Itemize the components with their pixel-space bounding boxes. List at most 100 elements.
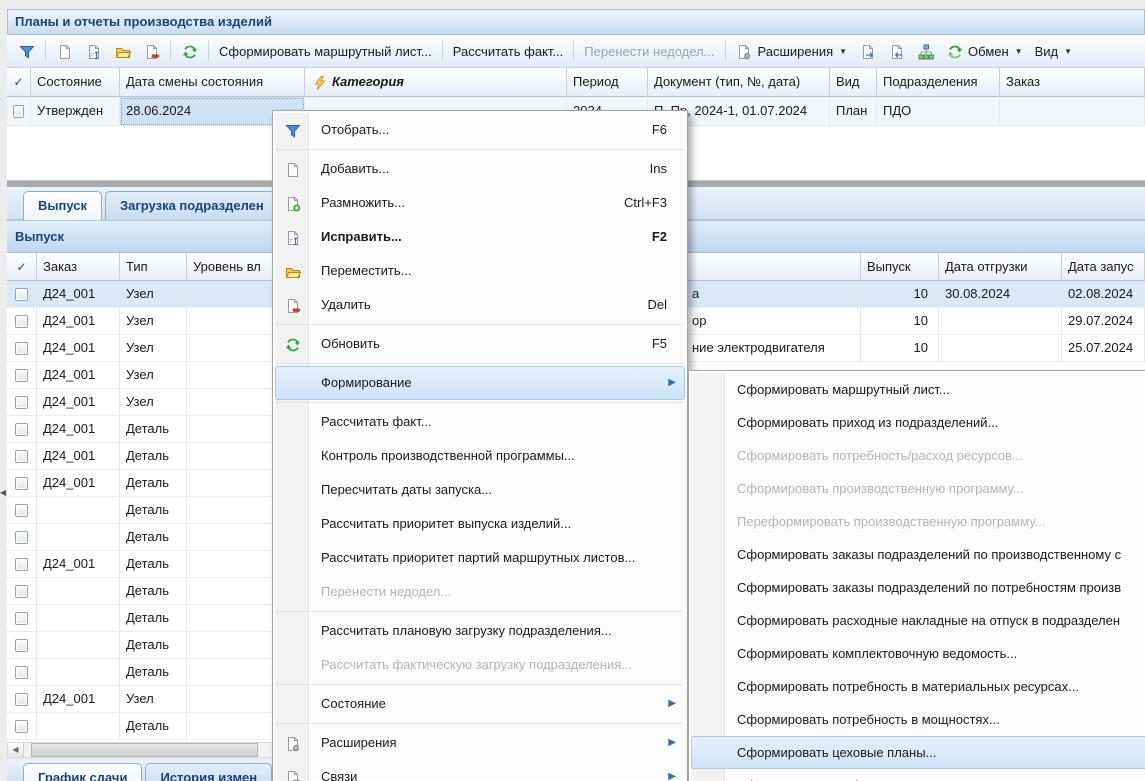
row-checkbox[interactable] (13, 105, 24, 118)
panel-collapse-arrow[interactable]: ◀ (0, 485, 7, 501)
products-cell[interactable] (939, 335, 1062, 362)
order-cell[interactable] (37, 578, 120, 605)
plans-column-header[interactable]: ✓ (7, 68, 31, 97)
row-checkbox[interactable] (15, 315, 28, 328)
row-checkbox[interactable] (15, 342, 28, 355)
row-checkbox-cell[interactable] (7, 308, 37, 335)
plans-column-header[interactable]: Состояние (31, 68, 120, 97)
menu-item-filter[interactable]: Отобрать...F6 (275, 113, 685, 147)
row-checkbox-cell[interactable] (7, 470, 37, 497)
menu-item-state[interactable]: Состояние▶ (275, 687, 685, 721)
order-cell[interactable]: Д24_001 (37, 416, 120, 443)
order-cell[interactable]: Д24_001 (37, 362, 120, 389)
row-checkbox-cell[interactable] (7, 497, 37, 524)
row-checkbox-cell[interactable] (7, 578, 37, 605)
refresh-button[interactable] (175, 38, 204, 64)
row-checkbox-cell[interactable] (7, 416, 37, 443)
type-cell[interactable]: Узел (120, 686, 187, 713)
type-cell[interactable]: Деталь (120, 713, 187, 740)
order-cell[interactable]: Д24_001 (37, 551, 120, 578)
row-checkbox-cell[interactable] (7, 632, 37, 659)
plans-cell[interactable]: План (830, 97, 877, 126)
plans-column-header[interactable]: Период (567, 68, 648, 97)
row-checkbox[interactable] (15, 450, 28, 463)
type-cell[interactable]: Деталь (120, 632, 187, 659)
detail-tab[interactable]: Выпуск (23, 191, 102, 220)
scrollbar-thumb[interactable] (31, 743, 258, 757)
plans-column-header[interactable]: Документ (тип, №, дата) (648, 68, 830, 97)
order-cell[interactable]: Д24_001 (37, 470, 120, 497)
submenu-expense-invoices[interactable]: Сформировать расходные накладные на отпу… (691, 604, 1145, 637)
order-cell[interactable]: Д24_001 (37, 281, 120, 308)
menu-item-batch-priority[interactable]: Рассчитать приоритет партий маршрутных л… (275, 541, 685, 575)
row-checkbox-cell[interactable] (7, 335, 37, 362)
output-column-header[interactable]: Заказ (37, 253, 120, 281)
view-dropdown[interactable]: Вид▼ (1029, 38, 1078, 64)
row-checkbox-cell[interactable] (7, 605, 37, 632)
type-cell[interactable]: Деталь (120, 470, 187, 497)
type-cell[interactable]: Узел (120, 362, 187, 389)
products-column-header[interactable]: Дата отгрузки (939, 253, 1062, 281)
row-checkbox[interactable] (15, 720, 28, 733)
row-checkbox-cell[interactable] (7, 281, 37, 308)
import-button[interactable] (882, 38, 911, 64)
type-cell[interactable]: Узел (120, 281, 187, 308)
row-checkbox[interactable] (15, 504, 28, 517)
order-cell[interactable]: Д24_001 (37, 335, 120, 362)
type-cell[interactable]: Узел (120, 308, 187, 335)
output-column-header[interactable]: Тип (120, 253, 187, 281)
calculate-fact-button[interactable]: Рассчитать факт... (447, 38, 570, 64)
bottom-tab[interactable]: График сдачи (23, 763, 142, 781)
add-button[interactable] (50, 38, 79, 64)
row-checkbox-cell[interactable] (7, 389, 37, 416)
output-column-header[interactable]: ✓ (7, 253, 37, 281)
plans-column-header[interactable]: Категория (305, 68, 567, 97)
submenu-capacity-demand[interactable]: Сформировать потребность в мощностях... (691, 703, 1145, 736)
row-checkbox[interactable] (15, 693, 28, 706)
row-checkbox[interactable] (15, 639, 28, 652)
menu-item-links[interactable]: Связи▶ (275, 760, 685, 781)
submenu-route-sheet[interactable]: Сформировать маршрутный лист... (691, 373, 1145, 406)
type-cell[interactable]: Деталь (120, 443, 187, 470)
submenu-material-demand[interactable]: Сформировать потребность в материальных … (691, 670, 1145, 703)
submenu-picking-list[interactable]: Сформировать комплектовочную ведомость..… (691, 637, 1145, 670)
menu-item-extensions[interactable]: Расширения▶ (275, 726, 685, 760)
menu-item-calc-fact[interactable]: Рассчитать факт... (275, 405, 685, 439)
menu-item-recalc-launch-dates[interactable]: Пересчитать даты запуска... (275, 473, 685, 507)
type-cell[interactable]: Деталь (120, 659, 187, 686)
submenu-shop-plans[interactable]: Сформировать цеховые планы... (691, 736, 1145, 769)
order-cell[interactable]: Д24_001 (37, 308, 120, 335)
row-checkbox-cell[interactable] (7, 524, 37, 551)
row-checkbox-cell[interactable] (7, 443, 37, 470)
detail-tab[interactable]: Загрузка подразделен (105, 191, 279, 220)
plans-cell[interactable] (1000, 97, 1145, 126)
menu-item-edit[interactable]: Исправить...F2 (275, 220, 685, 254)
plans-cell[interactable] (7, 97, 31, 126)
filter-button[interactable] (12, 38, 41, 64)
menu-item-planned-load[interactable]: Рассчитать плановую загрузку подразделен… (275, 614, 685, 648)
type-cell[interactable]: Деталь (120, 551, 187, 578)
products-cell[interactable]: 30.08.2024 (939, 281, 1062, 308)
type-cell[interactable]: Деталь (120, 605, 187, 632)
plans-cell[interactable]: ПДО (877, 97, 1000, 126)
order-cell[interactable]: Д24_001 (37, 686, 120, 713)
submenu-orders-by-production[interactable]: Сформировать заказы подразделений по про… (691, 538, 1145, 571)
plans-column-header[interactable]: Подразделения (877, 68, 1000, 97)
plans-column-header[interactable]: Дата смены состояния (120, 68, 305, 97)
menu-item-add[interactable]: Добавить...Ins (275, 152, 685, 186)
menu-item-refresh[interactable]: ОбновитьF5 (275, 327, 685, 361)
submenu-delivery-schedule[interactable]: Сформировать график сдачи... (691, 769, 1145, 781)
type-cell[interactable]: Деталь (120, 497, 187, 524)
order-cell[interactable]: Д24_001 (37, 443, 120, 470)
row-checkbox[interactable] (15, 369, 28, 382)
delete-button[interactable] (137, 38, 166, 64)
menu-item-duplicate[interactable]: Размножить...Ctrl+F3 (275, 186, 685, 220)
row-checkbox[interactable] (15, 423, 28, 436)
type-cell[interactable]: Узел (120, 335, 187, 362)
bottom-tab[interactable]: История измен (145, 763, 272, 781)
row-checkbox[interactable] (15, 666, 28, 679)
order-cell[interactable]: Д24_001 (37, 389, 120, 416)
order-cell[interactable] (37, 713, 120, 740)
export-button[interactable] (853, 38, 882, 64)
row-checkbox[interactable] (15, 288, 28, 301)
